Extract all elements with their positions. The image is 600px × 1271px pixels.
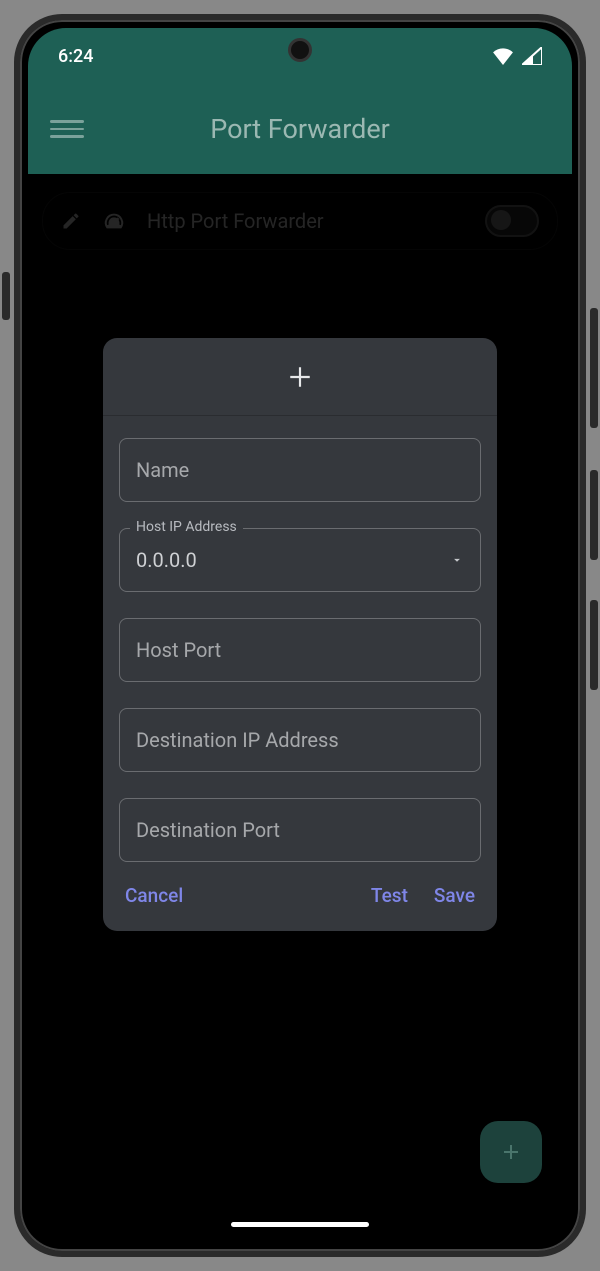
add-fab[interactable] <box>480 1121 542 1183</box>
app-header: Port Forwarder <box>28 84 572 174</box>
dest-ip-field[interactable] <box>119 708 481 772</box>
device-button-left <box>2 272 10 320</box>
host-port-input[interactable] <box>136 638 464 662</box>
host-ip-label: Host IP Address <box>130 519 243 535</box>
host-port-field[interactable] <box>119 618 481 682</box>
cancel-button[interactable]: Cancel <box>125 884 183 907</box>
host-ip-field[interactable]: Host IP Address 0.0.0.0 <box>119 528 481 592</box>
screen: 6:24 Port Forwarder <box>28 28 572 1243</box>
dest-port-field[interactable] <box>119 798 481 862</box>
dest-ip-input[interactable] <box>136 728 464 752</box>
plus-icon <box>499 1140 523 1164</box>
test-button[interactable]: Test <box>371 884 408 907</box>
dialog-header <box>103 338 497 416</box>
name-field[interactable] <box>119 438 481 502</box>
status-icons <box>492 47 542 65</box>
device-button-right-2 <box>590 470 598 560</box>
status-time: 6:24 <box>58 46 93 67</box>
device-button-right-1 <box>590 308 598 428</box>
device-frame: 6:24 Port Forwarder <box>14 14 586 1257</box>
dest-port-input[interactable] <box>136 818 464 842</box>
dialog-actions: Cancel Test Save <box>103 868 497 911</box>
add-forwarder-dialog: Host IP Address 0.0.0.0 Cancel <box>103 338 497 931</box>
name-input[interactable] <box>136 458 464 482</box>
signal-icon <box>522 47 542 65</box>
save-button[interactable]: Save <box>434 884 475 907</box>
nav-home-indicator[interactable] <box>231 1222 369 1227</box>
chevron-down-icon[interactable] <box>450 553 464 567</box>
page-title: Port Forwarder <box>210 113 390 145</box>
plus-icon <box>287 364 313 390</box>
host-ip-value: 0.0.0.0 <box>136 548 450 572</box>
device-button-right-3 <box>590 600 598 690</box>
menu-icon[interactable] <box>50 112 84 146</box>
wifi-icon <box>492 47 514 65</box>
camera-notch <box>288 38 312 62</box>
